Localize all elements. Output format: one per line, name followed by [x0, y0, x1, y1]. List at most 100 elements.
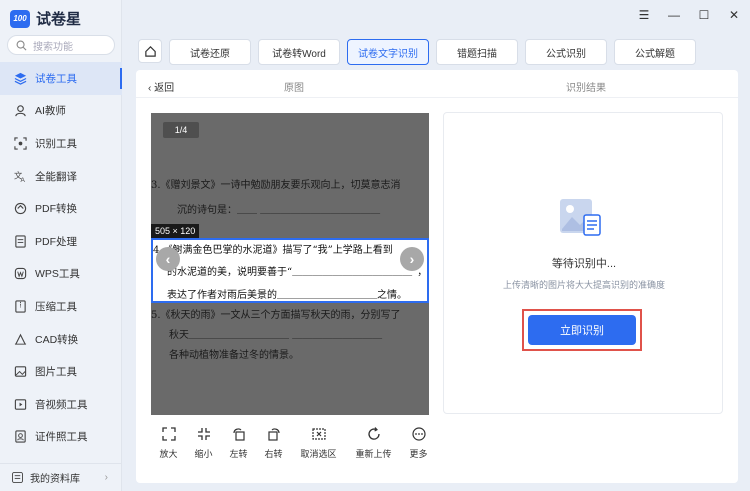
zoom-in-button[interactable]: 放大 [151, 427, 186, 460]
panel-header: ‹ 返回 原图 识别结果 [136, 70, 738, 98]
app-name: 试卷星 [36, 11, 82, 28]
close-icon[interactable]: ✕ [728, 8, 740, 22]
menu-icon [12, 472, 23, 483]
maximize-icon[interactable]: ☐ [698, 8, 710, 22]
sidebar-item-label: WPS工具 [35, 268, 80, 281]
image-icon [14, 366, 27, 377]
rotate-left-button[interactable]: 左转 [221, 427, 256, 460]
tool-label: 左转 [229, 449, 248, 459]
back-button[interactable]: ‹ 返回 [148, 79, 174, 94]
selection-box[interactable]: 4.《鲥满金色巴掌的水泥道》描写了“我”上学路上看到 的水泥道的美，说明要善于“… [151, 238, 429, 303]
main-panel: ‹ 返回 原图 识别结果 1/4 3.《赠刘景文》一诗中勉励朋友要乐观向上，切莫… [136, 70, 738, 483]
reupload-button[interactable]: 重新上传 [346, 427, 401, 460]
compress-icon [15, 300, 26, 313]
doc-line: 3.《赠刘景文》一诗中勉励朋友要乐观向上，切莫意志消 [151, 180, 401, 191]
expand-icon [161, 427, 176, 441]
sidebar-item-paper-tools[interactable]: 试卷工具 [0, 62, 122, 95]
shrink-icon [197, 428, 210, 440]
tab-formula-solve[interactable]: 公式解题 [614, 39, 696, 65]
doc-line: 4.《鲥满金色巴掌的水泥道》描写了“我”上学路上看到 [153, 245, 393, 256]
sidebar-item-wps[interactable]: WPS工具 [0, 258, 122, 291]
result-panel: 等待识别中... 上传清晰的图片将大大提高识别的准确度 立即识别 [443, 112, 723, 414]
sidebar-item-pdf-convert[interactable]: PDF转换 [0, 192, 122, 225]
sidebar-item-id-photo[interactable]: 证件照工具 [0, 421, 122, 454]
rotate-left-icon [232, 428, 245, 441]
sidebar-item-label: 识别工具 [35, 137, 77, 150]
document-preview[interactable]: 1/4 3.《赠刘景文》一诗中勉励朋友要乐观向上，切莫意志消 沉的诗句是：＿＿ … [151, 113, 429, 415]
sidebar-item-compress[interactable]: 压缩工具 [0, 290, 122, 323]
tab-wrong-question-scan[interactable]: 错题扫描 [436, 39, 518, 65]
search-input[interactable]: 搜索功能 [7, 35, 115, 55]
sidebar-item-label: 试卷工具 [35, 72, 77, 85]
result-status: 等待识别中... [551, 258, 617, 270]
library-label: 我的资料库 [30, 474, 80, 485]
sidebar-item-cad[interactable]: CAD转换 [0, 323, 122, 356]
tab-paper-ocr[interactable]: 试卷文字识别 [347, 39, 429, 65]
doc-line: 5.《秋天的雨》一文从三个方面描写秋天的雨，分别写了 [151, 310, 401, 321]
sidebar-item-label: PDF转换 [35, 203, 77, 216]
svg-text:A: A [21, 177, 26, 183]
sidebar-item-label: 音视频工具 [35, 398, 88, 411]
tool-label: 重新上传 [355, 449, 392, 459]
recognize-now-button[interactable]: 立即识别 [528, 315, 636, 345]
selection-size-label: 505 × 120 [151, 224, 200, 238]
result-hint: 上传清晰的图片将大大提高识别的准确度 [502, 280, 665, 290]
wps-icon [14, 268, 27, 280]
sidebar-item-translate[interactable]: 文A 全能翻译 [0, 160, 122, 193]
tab-formula-recognition[interactable]: 公式识别 [525, 39, 607, 65]
sidebar: 100 试卷星 搜索功能 试卷工具 AI教师 识别工具 文A 全能翻译 PDF转… [0, 0, 122, 491]
tab-paper-to-word[interactable]: 试卷转Word [258, 39, 340, 65]
back-label: 返回 [154, 83, 175, 94]
scan-icon [14, 137, 27, 150]
tab-paper-restore[interactable]: 试卷还原 [169, 39, 251, 65]
translate-icon: 文A [14, 170, 26, 183]
sidebar-library[interactable]: 我的资料库 › [0, 463, 122, 491]
doc-line: 各种动植物准备过冬的情景。 [169, 350, 299, 361]
tool-label: 缩小 [194, 449, 213, 459]
more-icon [411, 427, 426, 441]
search-placeholder: 搜索功能 [33, 41, 73, 53]
layers-icon [14, 72, 27, 85]
tool-label: 更多 [409, 449, 428, 459]
sidebar-item-av[interactable]: 音视频工具 [0, 388, 122, 421]
video-icon [14, 399, 27, 410]
home-button[interactable] [138, 39, 162, 63]
sidebar-item-ai-teacher[interactable]: AI教师 [0, 95, 122, 128]
doc-line: 秋天＿＿＿＿＿＿＿＿＿＿ ＿＿＿＿＿＿＿＿＿ [169, 330, 383, 341]
sidebar-item-image[interactable]: 图片工具 [0, 355, 122, 388]
tab-bar: 试卷还原 试卷转Word 试卷文字识别 错题扫描 公式识别 公式解题 [138, 39, 696, 65]
tool-label: 右转 [264, 449, 283, 459]
preview-toolbar: 放大 缩小 左转 右转 取消选区 重新上传 更多 [151, 427, 436, 460]
sidebar-nav: 试卷工具 AI教师 识别工具 文A 全能翻译 PDF转换 PDF处理 WPS工具 [0, 62, 122, 453]
chevron-right-icon: › [409, 251, 415, 267]
sidebar-item-label: AI教师 [35, 105, 66, 118]
more-button[interactable]: 更多 [401, 427, 436, 460]
chevron-left-icon: ‹ [165, 251, 171, 267]
zoom-out-button[interactable]: 缩小 [186, 427, 221, 460]
window-controls: ☰ — ☐ ✕ [638, 8, 740, 22]
doc-line: 的水泥道的美，说明要善于“＿＿＿＿＿＿＿＿＿＿＿＿”， [167, 267, 428, 278]
id-photo-icon [15, 430, 26, 443]
prev-page-button[interactable]: ‹ [156, 247, 180, 271]
page-indicator: 1/4 [163, 122, 199, 138]
sidebar-item-label: 全能翻译 [35, 170, 77, 183]
menu-icon[interactable]: ☰ [638, 8, 650, 22]
next-page-button[interactable]: › [400, 247, 424, 271]
sidebar-item-label: 图片工具 [35, 366, 77, 379]
home-icon [144, 45, 156, 57]
sidebar-item-label: 证件照工具 [35, 431, 88, 444]
tool-label: 取消选区 [300, 449, 337, 459]
original-label: 原图 [284, 83, 304, 94]
image-placeholder-icon [560, 199, 601, 236]
pdf-icon [15, 235, 26, 248]
doc-line: 表达了作者对雨后美景的＿＿＿＿＿＿＿＿＿＿之情。 [167, 290, 407, 301]
sidebar-item-pdf-process[interactable]: PDF处理 [0, 225, 122, 258]
cancel-selection-button[interactable]: 取消选区 [291, 427, 346, 460]
rotate-right-button[interactable]: 右转 [256, 427, 291, 460]
reupload-icon [367, 427, 380, 440]
sidebar-item-label: PDF处理 [35, 235, 77, 248]
sidebar-item-recognition[interactable]: 识别工具 [0, 127, 122, 160]
cad-icon [14, 333, 27, 345]
cancel-selection-icon [311, 428, 326, 440]
minimize-icon[interactable]: — [668, 8, 680, 22]
